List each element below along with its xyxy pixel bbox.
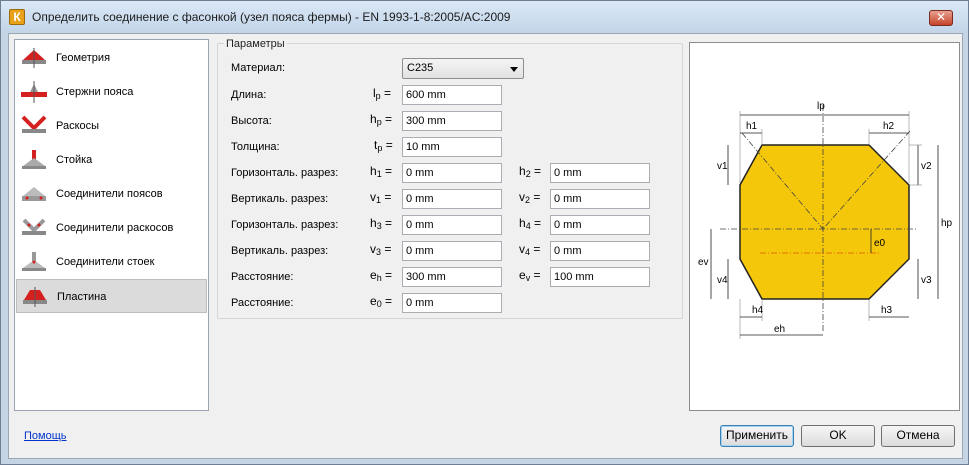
- plate-shape: [739, 144, 910, 300]
- sidebar-item-chord-connectors[interactable]: Соединители поясов: [16, 177, 207, 211]
- ev-input[interactable]: 100 mm: [550, 267, 650, 287]
- window-title: Определить соединение с фасонкой (узел п…: [32, 10, 511, 24]
- title-bar[interactable]: К Определить соединение с фасонкой (узел…: [1, 1, 968, 31]
- horizontal-cut-label-2: Горизонталь. разрез:: [231, 219, 339, 231]
- hp-label: hp: [941, 218, 953, 229]
- sidebar-item-diagonal-connectors[interactable]: Соединители раскосов: [16, 211, 207, 245]
- post-icon: [22, 150, 46, 169]
- distance-label-2: Расстояние:: [231, 297, 294, 309]
- eh-label: eh: [774, 324, 785, 335]
- length-symbol: lp =: [373, 86, 392, 101]
- sidebar-item-diagonals[interactable]: Раскосы: [16, 109, 207, 143]
- sidebar-item-chord-members[interactable]: Стержни пояса: [16, 75, 207, 109]
- h4-input[interactable]: 0 mm: [550, 215, 650, 235]
- sidebar-item-label: Соединители раскосов: [56, 222, 174, 234]
- length-input[interactable]: 600 mm: [402, 85, 502, 105]
- dialog-window: К Определить соединение с фасонкой (узел…: [0, 0, 969, 465]
- eh-symbol: eh =: [370, 268, 393, 283]
- sidebar-item-label: Соединители поясов: [56, 188, 163, 200]
- h2-input[interactable]: 0 mm: [550, 163, 650, 183]
- h4-label: h4: [752, 305, 764, 316]
- material-value: C235: [407, 62, 434, 74]
- ev-label: ev: [698, 257, 709, 268]
- v4-symbol: v4 =: [519, 242, 541, 257]
- height-label: Высота:: [231, 115, 272, 127]
- v1-symbol: v1 =: [370, 190, 392, 205]
- dialog-body: Геометрия Стержни пояса Раскосы Стойка С…: [8, 33, 963, 459]
- h2-label: h2: [883, 121, 895, 132]
- plate-diagram: lp h1 h2 v1 v2 hp ev v4 v3 e0 h4 h3 eh: [698, 101, 953, 339]
- sidebar-item-label: Геометрия: [56, 52, 111, 64]
- plate-icon: [23, 287, 47, 307]
- e0-label: e0: [874, 238, 886, 249]
- e0-symbol: e0 =: [370, 294, 393, 309]
- chord-members-icon: [21, 81, 47, 103]
- h4-symbol: h4 =: [519, 216, 542, 231]
- sidebar-item-post[interactable]: Стойка: [16, 143, 207, 177]
- height-input[interactable]: 300 mm: [402, 111, 502, 131]
- h1-input[interactable]: 0 mm: [402, 163, 502, 183]
- thickness-input[interactable]: 10 mm: [402, 137, 502, 157]
- material-label: Материал:: [231, 62, 286, 74]
- sidebar-item-geometry[interactable]: Геометрия: [16, 41, 207, 75]
- post-connectors-icon: [22, 252, 46, 271]
- v2-symbol: v2 =: [519, 190, 541, 205]
- v4-input[interactable]: 0 mm: [550, 241, 650, 261]
- height-symbol: hp =: [370, 112, 393, 127]
- parameters-group: Параметры Материал: C235 Длина: lp = 600…: [217, 38, 683, 319]
- v2-label: v2: [921, 161, 932, 172]
- material-select[interactable]: C235: [402, 58, 524, 79]
- help-link[interactable]: Помощь: [24, 430, 67, 442]
- horizontal-cut-label: Горизонталь. разрез:: [231, 167, 339, 179]
- distance-label: Расстояние:: [231, 271, 294, 283]
- e0-input[interactable]: 0 mm: [402, 293, 502, 313]
- ok-button[interactable]: OK: [801, 425, 875, 447]
- sidebar-item-label: Соединители стоек: [56, 256, 155, 268]
- close-button[interactable]: ✕: [929, 10, 953, 26]
- ev-symbol: ev =: [519, 268, 541, 283]
- h3-label: h3: [881, 305, 893, 316]
- v3-label: v3: [921, 275, 932, 286]
- v3-input[interactable]: 0 mm: [402, 241, 502, 261]
- h1-label: h1: [746, 121, 758, 132]
- sidebar-item-post-connectors[interactable]: Соединители стоек: [16, 245, 207, 279]
- diagonals-icon: [21, 115, 47, 133]
- chevron-down-icon: [510, 67, 518, 72]
- diagonal-connectors-icon: [22, 218, 46, 235]
- h2-symbol: h2 =: [519, 164, 542, 179]
- h3-input[interactable]: 0 mm: [402, 215, 502, 235]
- sidebar-item-label: Раскосы: [56, 120, 100, 132]
- v2-input[interactable]: 0 mm: [550, 189, 650, 209]
- v1-input[interactable]: 0 mm: [402, 189, 502, 209]
- sidebar-nav: Геометрия Стержни пояса Раскосы Стойка С…: [14, 39, 209, 411]
- eh-input[interactable]: 300 mm: [402, 267, 502, 287]
- sidebar-item-plate[interactable]: Пластина: [16, 279, 207, 313]
- geometry-icon: [22, 48, 46, 68]
- parameters-legend: Параметры: [224, 38, 287, 50]
- plate-drawing: lp h1 h2 v1 v2 hp ev v4 v3 e0 h4 h3 eh: [689, 42, 960, 411]
- sidebar-item-label: Стержни пояса: [56, 86, 134, 98]
- vertical-cut-label-2: Вертикаль. разрез:: [231, 245, 329, 257]
- v4-label: v4: [717, 275, 728, 286]
- v1-label: v1: [717, 161, 728, 172]
- vertical-cut-label: Вертикаль. разрез:: [231, 193, 329, 205]
- apply-button[interactable]: Применить: [720, 425, 794, 447]
- length-label: Длина:: [231, 89, 267, 101]
- h3-symbol: h3 =: [370, 216, 393, 231]
- h1-symbol: h1 =: [370, 164, 393, 179]
- lp-label: lp: [817, 101, 825, 112]
- thickness-symbol: tp =: [374, 138, 393, 153]
- app-icon: К: [9, 9, 25, 25]
- v3-symbol: v3 =: [370, 242, 392, 257]
- thickness-label: Толщина:: [231, 141, 280, 153]
- sidebar-item-label: Стойка: [56, 154, 93, 166]
- cancel-button[interactable]: Отмена: [881, 425, 955, 447]
- chord-connectors-icon: [22, 187, 46, 201]
- sidebar-item-label: Пластина: [57, 291, 107, 303]
